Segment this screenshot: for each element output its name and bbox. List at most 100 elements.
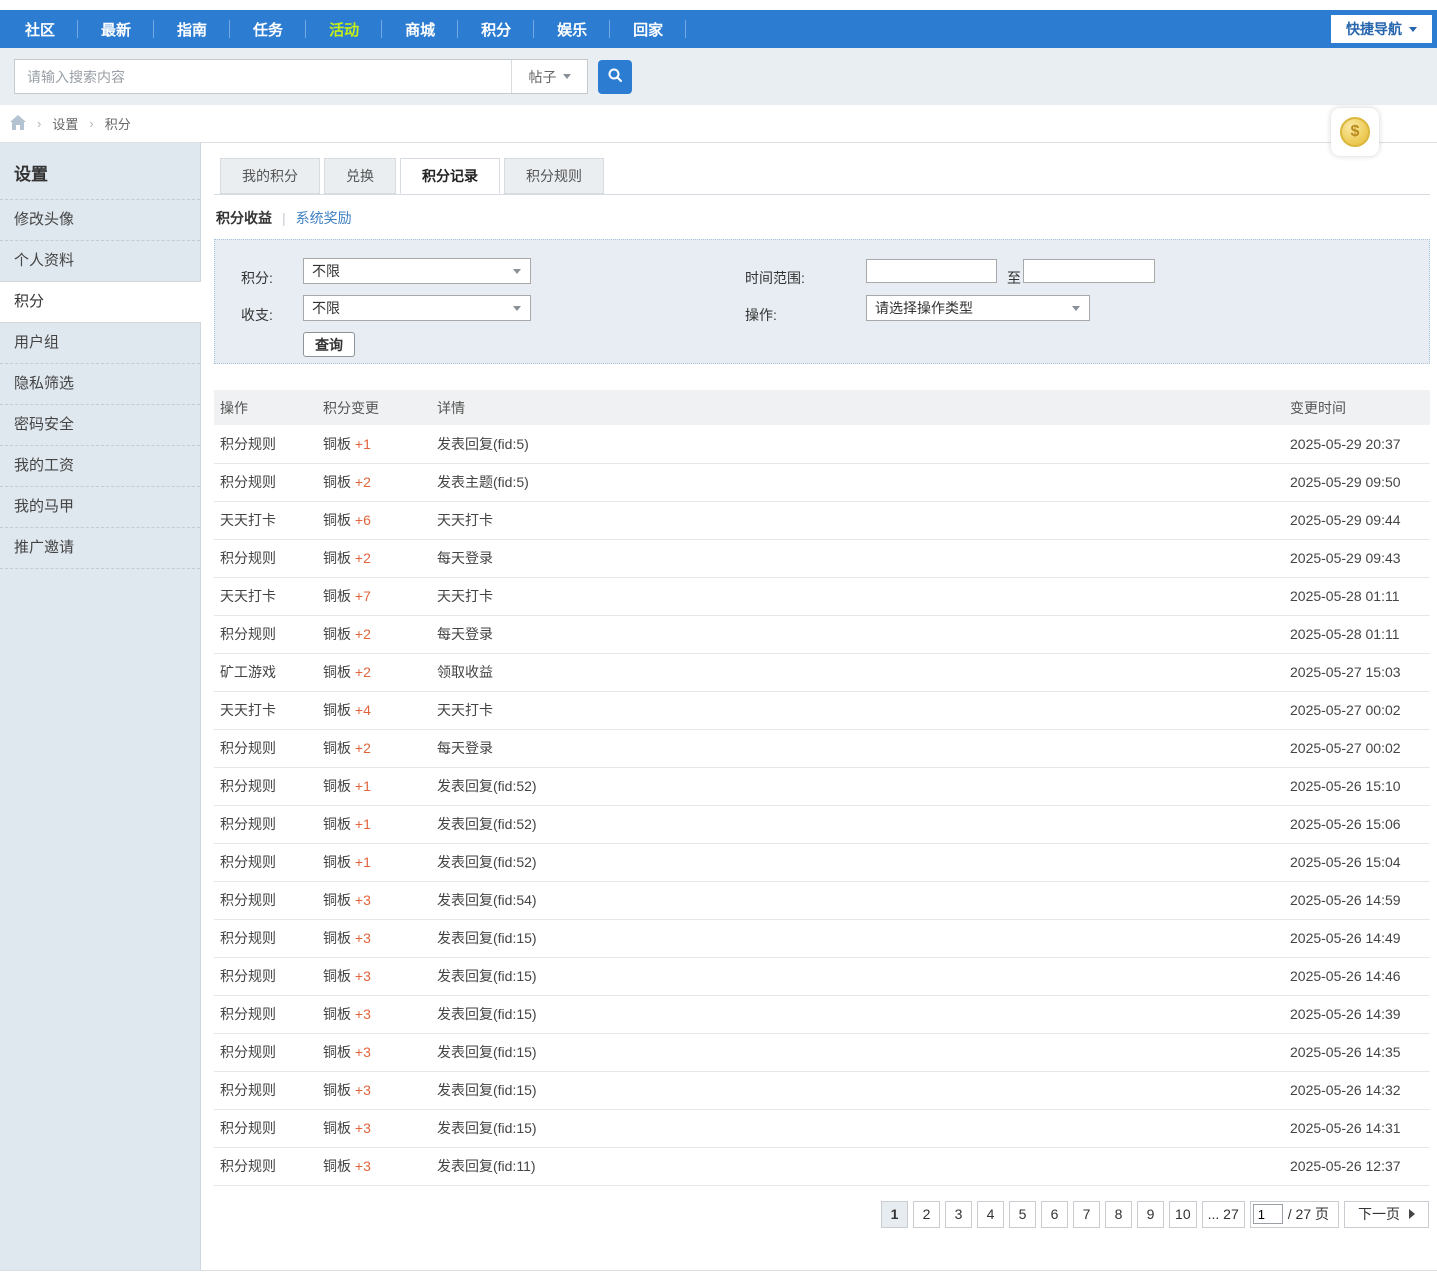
operation-filter-value: 请选择操作类型 (875, 300, 973, 316)
row-detail: 天天打卡 (431, 501, 1284, 539)
row-change-value: +3 (355, 1158, 371, 1174)
row-change: 铜板 +3 (317, 1033, 431, 1071)
row-operation: 积分规则 (214, 1071, 317, 1109)
nav-item[interactable]: 商城 (382, 10, 458, 48)
sidebar-item[interactable]: 个人资料 (0, 241, 200, 282)
operation-filter-label: 操作: (745, 302, 777, 328)
filter-panel: 积分: 不限 时间范围: 至 收支: 不限 操作: 请选择操作类型 (214, 239, 1430, 364)
page-button[interactable]: 7 (1073, 1201, 1100, 1228)
row-change: 铜板 +2 (317, 729, 431, 767)
chevron-down-icon (513, 269, 521, 274)
tab[interactable]: 积分规则 (504, 158, 604, 194)
chevron-down-icon (1072, 306, 1080, 311)
row-change-value: +2 (355, 474, 371, 490)
row-detail: 每天登录 (431, 539, 1284, 577)
tab[interactable]: 积分记录 (400, 158, 500, 194)
row-currency: 铜板 (323, 702, 351, 718)
page-button[interactable]: 2 (913, 1201, 940, 1228)
table-row: 积分规则 铜板 +2 每天登录 2025-05-29 09:43 (214, 539, 1430, 577)
quick-nav-button[interactable]: 快捷导航 (1331, 15, 1432, 43)
sidebar-item[interactable]: 积分 (0, 281, 201, 323)
row-time: 2025-05-27 00:02 (1284, 691, 1430, 729)
page-button[interactable]: 3 (945, 1201, 972, 1228)
page-ellipsis-button[interactable]: ... 27 (1202, 1201, 1245, 1228)
top-strip (0, 0, 1437, 10)
row-time: 2025-05-28 01:11 (1284, 615, 1430, 653)
row-time: 2025-05-28 01:11 (1284, 577, 1430, 615)
page-button[interactable]: 5 (1009, 1201, 1036, 1228)
row-currency: 铜板 (323, 588, 351, 604)
table-row: 积分规则 铜板 +1 发表回复(fid:52) 2025-05-26 15:04 (214, 843, 1430, 881)
breadcrumb-item-points[interactable]: 积分 (105, 114, 131, 133)
row-operation: 积分规则 (214, 463, 317, 501)
nav-item[interactable]: 回家 (610, 10, 686, 48)
row-time: 2025-05-26 14:35 (1284, 1033, 1430, 1071)
page-jump-input[interactable] (1253, 1204, 1283, 1224)
home-icon[interactable] (10, 115, 26, 133)
sidebar-item[interactable]: 我的工资 (0, 446, 200, 487)
row-time: 2025-05-26 14:39 (1284, 995, 1430, 1033)
subnav-item-income[interactable]: 积分收益 (216, 208, 272, 228)
nav-item-label: 最新 (101, 19, 131, 40)
row-change: 铜板 +3 (317, 881, 431, 919)
row-detail: 发表回复(fid:52) (431, 843, 1284, 881)
sidebar-item[interactable]: 修改头像 (0, 200, 200, 241)
coin-widget[interactable]: $ (1331, 108, 1379, 156)
arrow-right-icon (1409, 1209, 1415, 1219)
table-row: 天天打卡 铜板 +7 天天打卡 2025-05-28 01:11 (214, 577, 1430, 615)
tab-label: 积分记录 (422, 168, 478, 184)
table-header-row: 操作 积分变更 详情 变更时间 (214, 390, 1430, 425)
row-operation: 积分规则 (214, 539, 317, 577)
table-row: 积分规则 铜板 +2 每天登录 2025-05-28 01:11 (214, 615, 1430, 653)
time-start-input[interactable] (866, 259, 997, 283)
page-button[interactable]: 10 (1169, 1201, 1197, 1228)
row-currency: 铜板 (323, 778, 351, 794)
tab[interactable]: 兑换 (324, 158, 396, 194)
page-jump-group: / 27 页 (1250, 1201, 1339, 1228)
next-page-label: 下一页 (1358, 1204, 1400, 1224)
search-type-select[interactable]: 帖子 (511, 60, 587, 93)
nav-item[interactable]: 指南 (154, 10, 230, 48)
page-button[interactable]: 4 (977, 1201, 1004, 1228)
row-detail: 每天登录 (431, 729, 1284, 767)
points-filter-select[interactable]: 不限 (303, 258, 531, 284)
tab[interactable]: 我的积分 (220, 158, 320, 194)
page-button[interactable]: 6 (1041, 1201, 1068, 1228)
nav-item[interactable]: 娱乐 (534, 10, 610, 48)
page-number: 4 (987, 1206, 995, 1222)
sidebar-item[interactable]: 推广邀请 (0, 528, 200, 569)
next-page-button[interactable]: 下一页 (1344, 1201, 1429, 1228)
breadcrumb-item-settings[interactable]: 设置 (52, 114, 78, 133)
row-detail: 发表回复(fid:5) (431, 425, 1284, 463)
query-button[interactable]: 查询 (303, 332, 355, 357)
page-number: 5 (1019, 1206, 1027, 1222)
sidebar-item[interactable]: 我的马甲 (0, 487, 200, 528)
subnav-item-system-reward[interactable]: 系统奖励 (296, 208, 352, 228)
sidebar-item[interactable]: 密码安全 (0, 405, 200, 446)
row-detail: 天天打卡 (431, 691, 1284, 729)
table-row: 天天打卡 铜板 +6 天天打卡 2025-05-29 09:44 (214, 501, 1430, 539)
page-button[interactable]: 1 (881, 1201, 908, 1228)
page-button[interactable]: 8 (1105, 1201, 1132, 1228)
nav-item[interactable]: 社区 (2, 10, 78, 48)
operation-filter-select[interactable]: 请选择操作类型 (866, 295, 1090, 321)
inout-filter-select[interactable]: 不限 (303, 295, 531, 321)
row-currency: 铜板 (323, 664, 351, 680)
sidebar-item[interactable]: 隐私筛选 (0, 364, 200, 405)
table-row: 积分规则 铜板 +3 发表回复(fid:15) 2025-05-26 14:49 (214, 919, 1430, 957)
search-input[interactable] (15, 60, 511, 93)
page-button[interactable]: 9 (1137, 1201, 1164, 1228)
nav-item[interactable]: 积分 (458, 10, 534, 48)
time-end-input[interactable] (1023, 259, 1155, 283)
search-button[interactable] (598, 60, 632, 94)
table-row: 积分规则 铜板 +2 每天登录 2025-05-27 00:02 (214, 729, 1430, 767)
nav-item[interactable]: 任务 (230, 10, 306, 48)
row-operation: 天天打卡 (214, 577, 317, 615)
tab-label: 兑换 (346, 168, 374, 184)
inout-filter-value: 不限 (312, 300, 340, 316)
row-change: 铜板 +3 (317, 919, 431, 957)
nav-item[interactable]: 活动 (306, 10, 382, 48)
row-currency: 铜板 (323, 1158, 351, 1174)
nav-item[interactable]: 最新 (78, 10, 154, 48)
sidebar-item[interactable]: 用户组 (0, 323, 200, 364)
